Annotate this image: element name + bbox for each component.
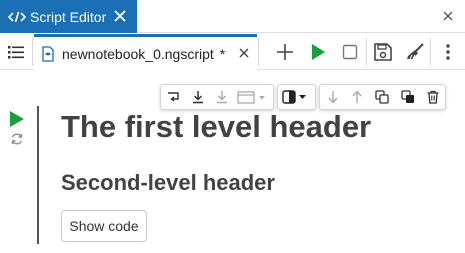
menu-icon[interactable]: [6, 42, 26, 62]
clean-button[interactable]: [403, 40, 427, 64]
close-icon[interactable]: [237, 46, 251, 60]
divider: [32, 38, 33, 66]
move-up-icon: [352, 90, 362, 103]
add-icon: [277, 44, 293, 60]
contrast-dropdown-icon: [281, 90, 306, 104]
contrast-dropdown[interactable]: [280, 87, 313, 107]
cell-toolbar-group-1: [160, 84, 274, 110]
show-code-button[interactable]: Show code: [61, 210, 147, 242]
window-titlebar: Script Editor: [0, 0, 465, 33]
divider: [258, 38, 259, 66]
heading-level-2: Second-level header: [61, 170, 275, 195]
stop-button[interactable]: [338, 40, 362, 64]
move-down-button[interactable]: [322, 87, 344, 107]
wrap-icon: [168, 92, 179, 102]
run-button[interactable]: [306, 40, 330, 64]
copy-icon: [375, 90, 389, 104]
download-button[interactable]: [211, 87, 233, 107]
cell-selection-bar: [37, 106, 39, 244]
move-up-button[interactable]: [346, 87, 368, 107]
delete-icon: [427, 90, 439, 104]
run-cell-icon[interactable]: [8, 110, 26, 128]
close-window-icon[interactable]: [441, 9, 455, 23]
save-icon: [374, 43, 392, 61]
download-icon: [217, 91, 227, 104]
stop-icon: [342, 44, 358, 60]
modified-marker: *: [219, 45, 226, 62]
file-name: newnotebook_0.ngscript: [62, 45, 214, 62]
heading-level-1: The first level header: [61, 109, 372, 144]
move-to-bottom-button[interactable]: [187, 87, 209, 107]
window-title: Script Editor: [30, 8, 107, 25]
code-icon: [8, 11, 26, 22]
copy-button[interactable]: [371, 87, 393, 107]
layout-dropdown-icon: [237, 91, 265, 104]
delete-button[interactable]: [422, 87, 444, 107]
move-down-icon: [328, 91, 338, 104]
duplicate-button[interactable]: [397, 87, 419, 107]
move-to-bottom-icon: [193, 91, 203, 104]
script-file-icon: [42, 45, 54, 62]
wrap-button[interactable]: [163, 87, 185, 107]
script-editor-tab[interactable]: Script Editor: [0, 0, 137, 33]
refresh-icon[interactable]: [10, 132, 24, 146]
divider: [366, 38, 367, 66]
close-tab-button[interactable]: [111, 7, 129, 25]
add-cell-button[interactable]: [273, 40, 297, 64]
more-vertical-icon: [446, 44, 450, 60]
notebook-content: The first level header Second-level head…: [0, 71, 465, 253]
divider: [430, 38, 431, 66]
more-options-button[interactable]: [436, 40, 460, 64]
layout-dropdown[interactable]: [235, 87, 271, 107]
save-button[interactable]: [371, 40, 395, 64]
clean-icon: [407, 43, 424, 60]
file-tab[interactable]: newnotebook_0.ngscript *: [34, 34, 257, 70]
close-icon: [114, 10, 126, 22]
cell-toolbar-group-2: [277, 84, 316, 110]
cell-toolbar-group-3: [319, 84, 446, 110]
run-icon: [312, 44, 325, 60]
editor-toolbar: newnotebook_0.ngscript *: [0, 34, 465, 70]
duplicate-icon: [401, 90, 414, 103]
